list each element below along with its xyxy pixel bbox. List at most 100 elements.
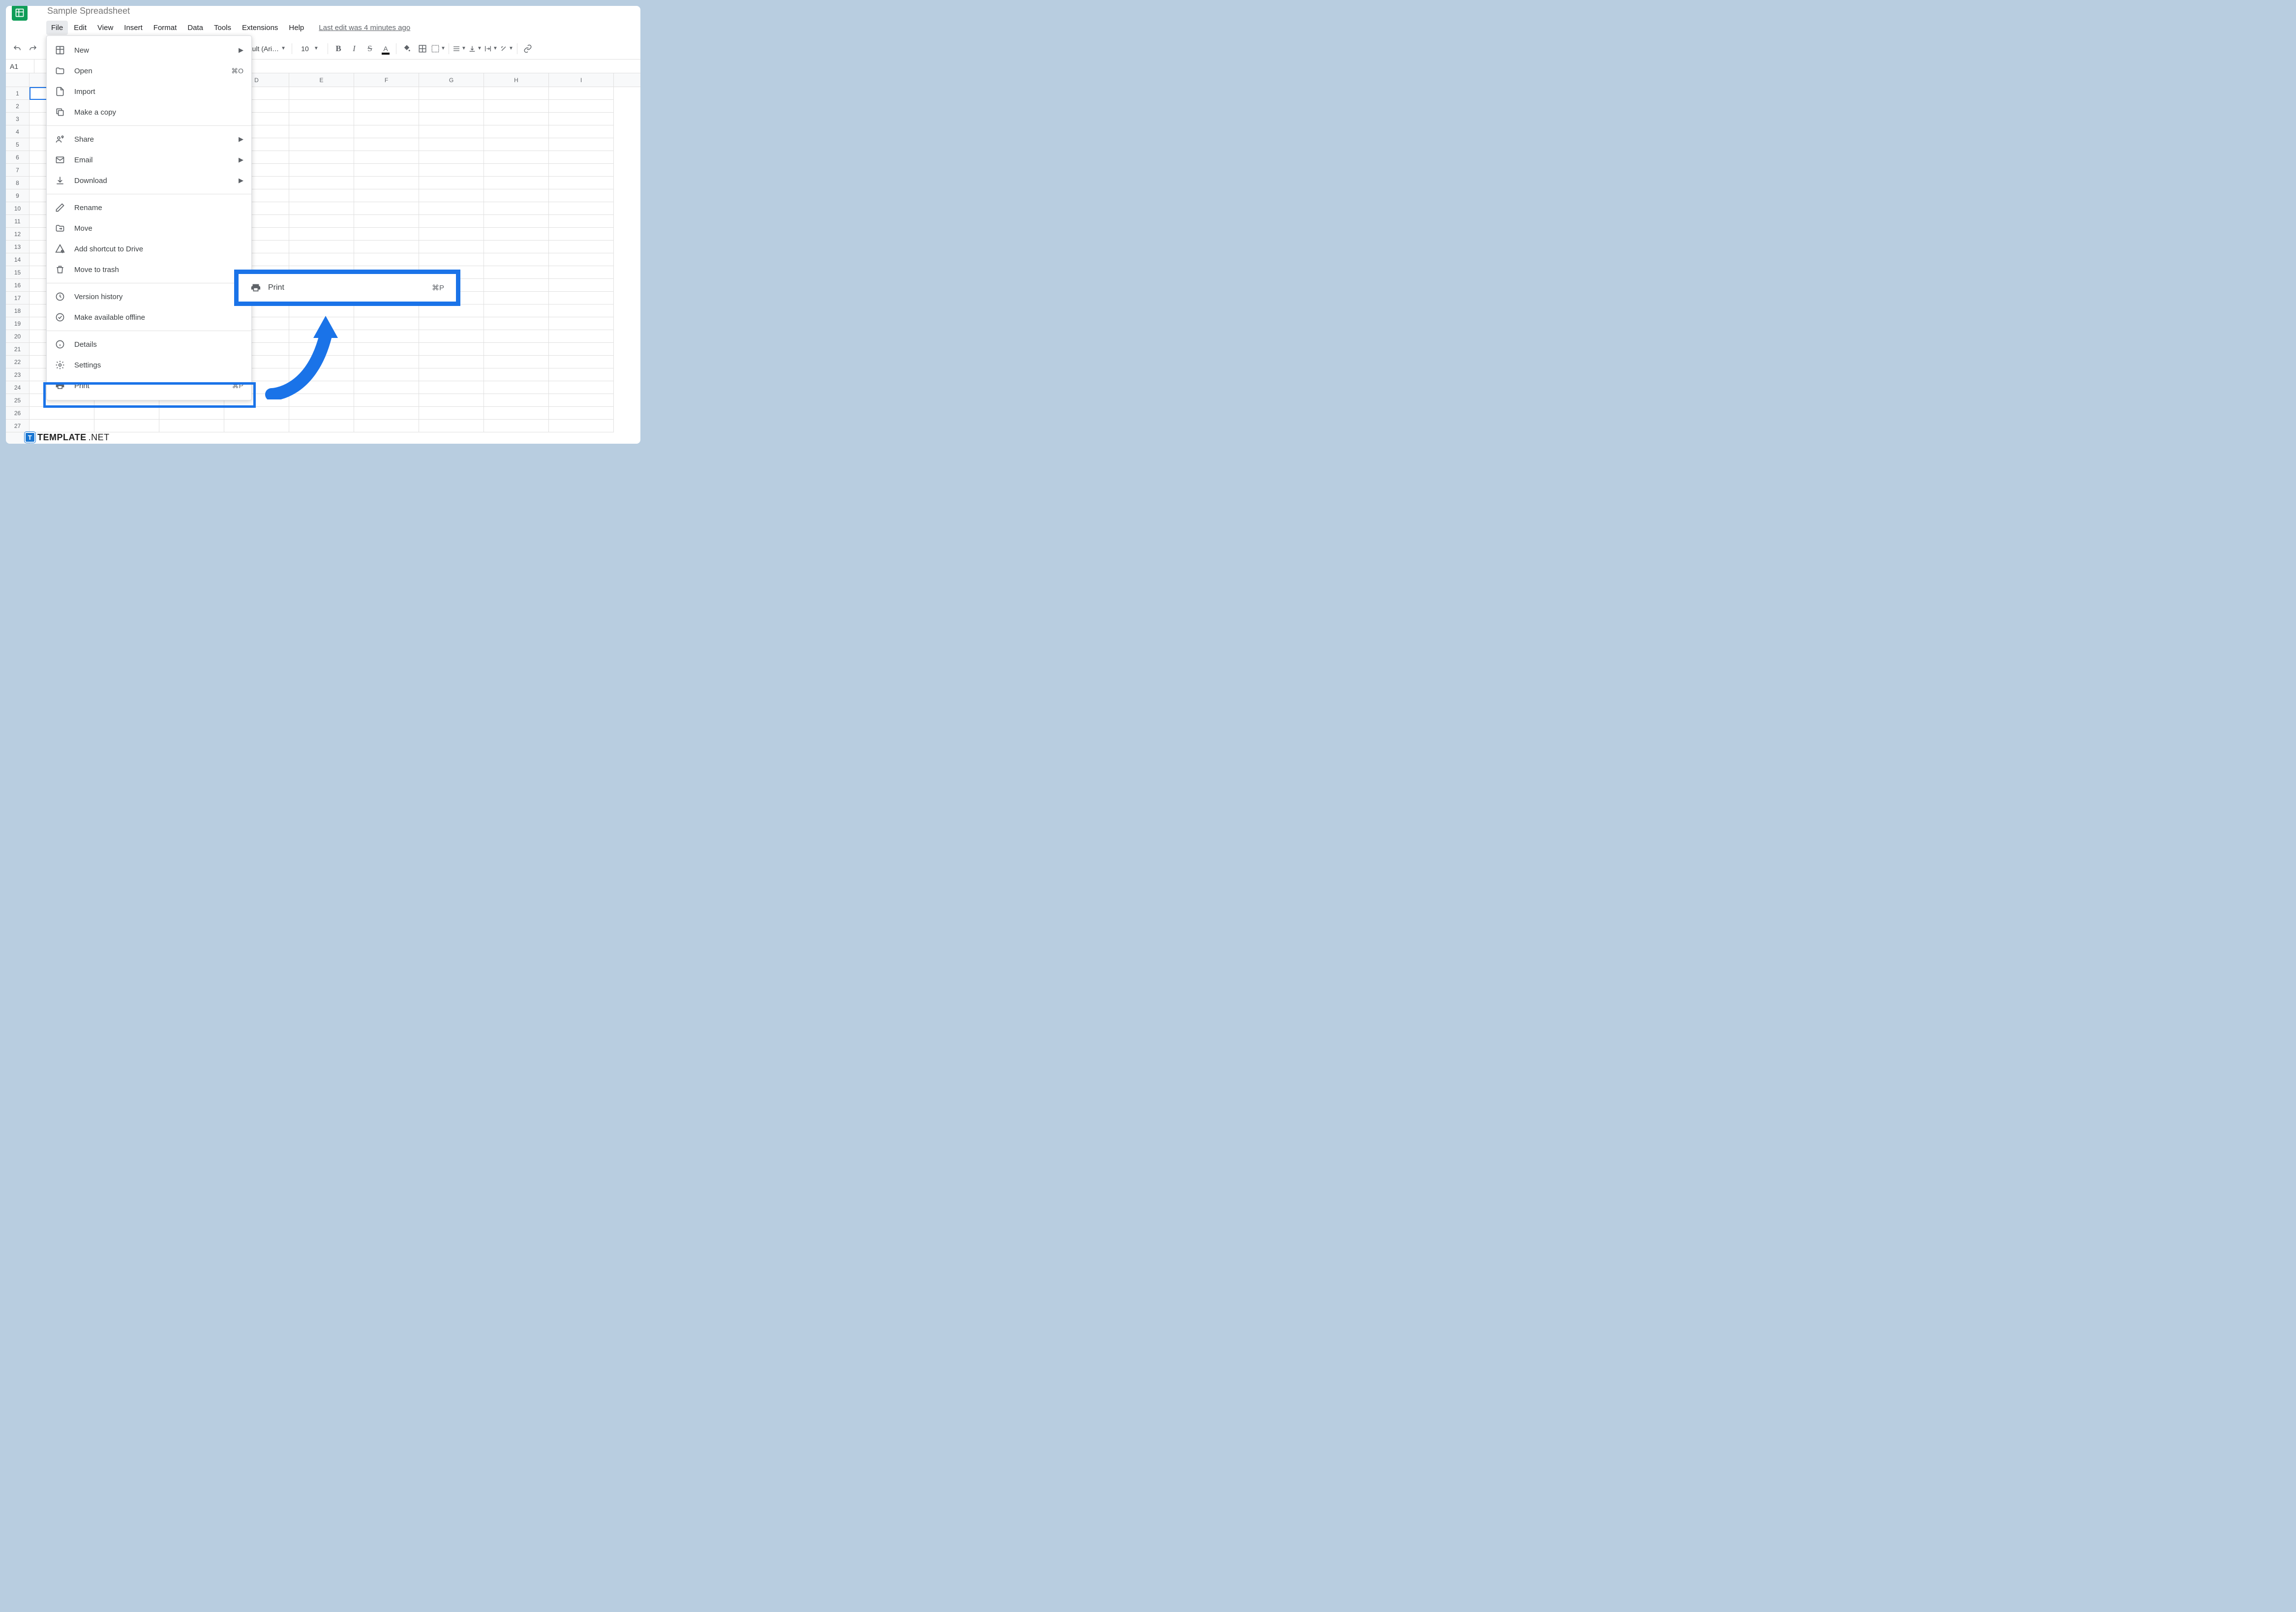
row-header[interactable]: 13	[6, 241, 29, 253]
menu-make-copy[interactable]: Make a copy	[47, 102, 251, 122]
row-header[interactable]: 7	[6, 164, 29, 177]
menu-help[interactable]: Help	[284, 21, 309, 35]
font-size-selector[interactable]: 10 ▼	[295, 41, 325, 56]
cell[interactable]	[94, 407, 159, 420]
cell[interactable]	[484, 177, 549, 189]
cell[interactable]	[354, 164, 419, 177]
menu-data[interactable]: Data	[182, 21, 208, 35]
row-header[interactable]: 8	[6, 177, 29, 189]
menu-download[interactable]: Download ▶	[47, 170, 251, 191]
menu-details[interactable]: Details	[47, 334, 251, 355]
menu-extensions[interactable]: Extensions	[237, 21, 283, 35]
cell[interactable]	[354, 202, 419, 215]
menu-rename[interactable]: Rename	[47, 197, 251, 218]
menu-open[interactable]: Open ⌘O	[47, 61, 251, 81]
insert-link-button[interactable]	[520, 41, 535, 56]
cell[interactable]	[419, 407, 484, 420]
cell[interactable]	[549, 125, 614, 138]
cell[interactable]	[484, 420, 549, 432]
cell[interactable]	[419, 317, 484, 330]
borders-button[interactable]	[415, 41, 430, 56]
column-header[interactable]: F	[354, 73, 419, 87]
menu-share[interactable]: Share ▶	[47, 129, 251, 150]
cell[interactable]	[289, 202, 354, 215]
document-title[interactable]: Sample Spreadsheet	[47, 6, 130, 16]
cell[interactable]	[549, 304, 614, 317]
cell[interactable]	[289, 241, 354, 253]
cell[interactable]	[484, 356, 549, 368]
last-edit-link[interactable]: Last edit was 4 minutes ago	[319, 24, 410, 32]
cell[interactable]	[419, 215, 484, 228]
cell[interactable]	[354, 330, 419, 343]
fill-color-button[interactable]	[399, 41, 414, 56]
cell[interactable]	[354, 368, 419, 381]
cell[interactable]	[484, 394, 549, 407]
cell[interactable]	[484, 292, 549, 304]
row-header[interactable]: 18	[6, 304, 29, 317]
cell[interactable]	[289, 420, 354, 432]
row-header[interactable]: 22	[6, 356, 29, 368]
cell[interactable]	[484, 87, 549, 100]
cell[interactable]	[419, 100, 484, 113]
cell[interactable]	[484, 266, 549, 279]
redo-button[interactable]	[26, 41, 40, 56]
row-header[interactable]: 12	[6, 228, 29, 241]
row-header[interactable]: 21	[6, 343, 29, 356]
cell[interactable]	[419, 113, 484, 125]
menu-add-shortcut[interactable]: Add shortcut to Drive	[47, 239, 251, 259]
cell[interactable]	[484, 228, 549, 241]
vertical-align-button[interactable]: ▼	[468, 41, 483, 56]
cell[interactable]	[484, 113, 549, 125]
cell[interactable]	[354, 138, 419, 151]
menu-settings[interactable]: Settings	[47, 355, 251, 375]
cell[interactable]	[354, 381, 419, 394]
row-header[interactable]: 3	[6, 113, 29, 125]
cell[interactable]	[289, 407, 354, 420]
strikethrough-button[interactable]: S	[363, 41, 377, 56]
cell[interactable]	[354, 177, 419, 189]
cell[interactable]	[549, 202, 614, 215]
cell[interactable]	[549, 381, 614, 394]
menu-file[interactable]: File	[46, 21, 68, 35]
cell[interactable]	[419, 228, 484, 241]
cell[interactable]	[484, 330, 549, 343]
menu-move[interactable]: Move	[47, 218, 251, 239]
cell[interactable]	[484, 407, 549, 420]
cell[interactable]	[549, 100, 614, 113]
cell[interactable]	[289, 253, 354, 266]
menu-new[interactable]: New ▶	[47, 40, 251, 61]
cell[interactable]	[354, 151, 419, 164]
menu-tools[interactable]: Tools	[209, 21, 236, 35]
cell[interactable]	[419, 368, 484, 381]
cell[interactable]	[289, 113, 354, 125]
cell[interactable]	[224, 420, 289, 432]
cell[interactable]	[289, 228, 354, 241]
row-header[interactable]: 5	[6, 138, 29, 151]
row-header[interactable]: 24	[6, 381, 29, 394]
cell[interactable]	[354, 253, 419, 266]
cell[interactable]	[419, 394, 484, 407]
row-header[interactable]: 1	[6, 87, 29, 100]
cell[interactable]	[549, 292, 614, 304]
cell[interactable]	[549, 356, 614, 368]
cell[interactable]	[419, 381, 484, 394]
cell[interactable]	[549, 253, 614, 266]
cell[interactable]	[419, 304, 484, 317]
cell[interactable]	[354, 356, 419, 368]
cell[interactable]	[354, 113, 419, 125]
menu-offline[interactable]: Make available offline	[47, 307, 251, 328]
row-header[interactable]: 10	[6, 202, 29, 215]
cell[interactable]	[419, 164, 484, 177]
cell[interactable]	[354, 394, 419, 407]
cell[interactable]	[419, 356, 484, 368]
cell[interactable]	[419, 125, 484, 138]
cell[interactable]	[419, 202, 484, 215]
menu-edit[interactable]: Edit	[69, 21, 91, 35]
name-box[interactable]: A1	[6, 60, 34, 73]
cell[interactable]	[549, 266, 614, 279]
cell[interactable]	[354, 189, 419, 202]
cell[interactable]	[549, 113, 614, 125]
cell[interactable]	[94, 420, 159, 432]
cell[interactable]	[289, 189, 354, 202]
cell[interactable]	[484, 241, 549, 253]
